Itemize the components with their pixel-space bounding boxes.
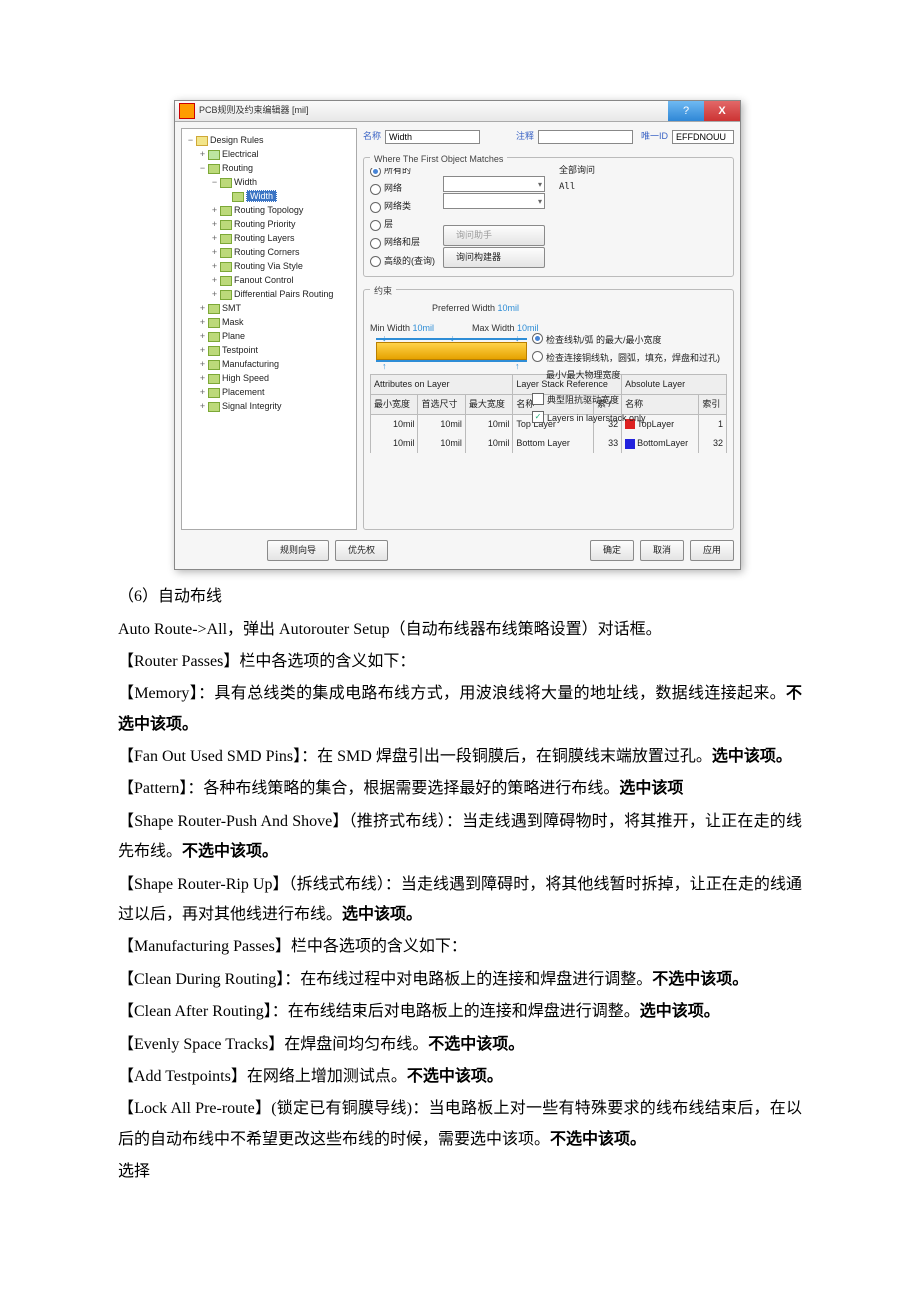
para: （6）自动布线 — [118, 582, 802, 612]
tree-width-parent[interactable]: Width — [234, 177, 257, 187]
query-builder-button[interactable]: 询问构建器 — [443, 247, 545, 268]
radio-check-track[interactable]: 检查线轨/弧 的最大/最小宽度 — [532, 332, 727, 349]
tree-item[interactable]: Routing Corners — [234, 247, 300, 257]
ok-button[interactable]: 确定 — [590, 540, 634, 561]
tree-item[interactable]: Routing Priority — [234, 219, 296, 229]
para: 【Lock All Pre-route】(锁定已有铜膜导线)：当电路板上对一些有… — [118, 1094, 802, 1155]
para: 【Memory】：具有总线类的集成电路布线方式，用波浪线将大量的地址线，数据线连… — [118, 679, 802, 740]
tree-item[interactable]: Placement — [222, 387, 265, 397]
rules-tree[interactable]: −Design Rules +Electrical −Routing −Widt… — [181, 128, 357, 530]
id-input[interactable] — [672, 130, 734, 144]
name-label: 名称 — [363, 128, 381, 145]
tree-item[interactable]: Testpoint — [222, 345, 258, 355]
para: 【Shape Router-Rip Up】（拆线式布线）：当走线遇到障碍时，将其… — [118, 870, 802, 931]
check-impedance[interactable]: 典型阻抗驱动宽度 — [532, 392, 727, 409]
cancel-button[interactable]: 取消 — [640, 540, 684, 561]
tree-root[interactable]: Design Rules — [210, 135, 264, 145]
id-label: 唯一ID — [641, 128, 668, 145]
para: 【Shape Router-Push And Shove】（推挤式布线）：当走线… — [118, 807, 802, 868]
rule-wizard-button[interactable]: 规则向导 — [267, 540, 329, 561]
tree-item[interactable]: Mask — [222, 317, 244, 327]
para: 【Evenly Space Tracks】在焊盘间均匀布线。不选中该项。 — [118, 1030, 802, 1060]
radio-check-copper[interactable]: 检查连接铜线轨，圆弧，填充，焊盘和过孔)最小/最大物理宽度 — [532, 350, 727, 384]
radio-layer[interactable]: 层 — [370, 216, 435, 233]
title-bar: PCB规则及约束编辑器 [mil] ? X — [175, 101, 740, 122]
app-icon — [179, 103, 195, 119]
query-helper-button[interactable]: 询问助手 — [443, 225, 545, 246]
match-group: Where The First Object Matches 所有的 网络 网络… — [363, 157, 734, 277]
comment-input[interactable] — [538, 130, 633, 144]
close-button[interactable]: X — [704, 101, 740, 121]
net-combo[interactable] — [443, 176, 545, 192]
tree-item[interactable]: Differential Pairs Routing — [234, 289, 333, 299]
para: 【Manufacturing Passes】栏中各选项的含义如下： — [118, 932, 802, 962]
tree-item[interactable]: Fanout Control — [234, 275, 294, 285]
name-input[interactable] — [385, 130, 480, 144]
window-title: PCB规则及约束编辑器 [mil] — [199, 102, 309, 119]
tree-item[interactable]: High Speed — [222, 373, 269, 383]
para: 【Fan Out Used SMD Pins】：在 SMD 焊盘引出一段铜膜后，… — [118, 742, 802, 772]
constraint-group: 约束 Preferred Width 10mil Min Width 10mil… — [363, 289, 734, 530]
table-row: 10mil 10mil 10mil Bottom Layer 33 Bottom… — [371, 434, 727, 453]
tree-width-selected[interactable]: Width — [246, 190, 277, 202]
para: 【Router Passes】栏中各选项的含义如下： — [118, 647, 802, 677]
tree-item[interactable]: Routing Topology — [234, 205, 303, 215]
radio-netlayer[interactable]: 网络和层 — [370, 234, 435, 251]
tree-routing[interactable]: Routing — [222, 163, 253, 173]
min-width-label: Min Width — [370, 323, 410, 333]
match-group-title: Where The First Object Matches — [370, 151, 507, 168]
tree-item[interactable]: SMT — [222, 303, 241, 313]
para: 【Add Testpoints】在网络上增加测试点。不选中该项。 — [118, 1062, 802, 1092]
tree-item[interactable]: Routing Via Style — [234, 261, 303, 271]
min-width-value[interactable]: 10mil — [413, 323, 435, 333]
header-attr: Attributes on Layer — [371, 374, 513, 394]
radio-advanced[interactable]: 高级的(查询) — [370, 253, 435, 270]
radio-net[interactable]: 网络 — [370, 180, 435, 197]
document-body: （6）自动布线 Auto Route->All，弹出 Autorouter Se… — [118, 582, 802, 1187]
pref-width-value[interactable]: 10mil — [498, 303, 520, 313]
comment-label: 注释 — [516, 128, 534, 145]
para: 【Clean After Routing】：在布线结束后对电路板上的连接和焊盘进… — [118, 997, 802, 1027]
check-layerstack-only[interactable]: ✓Layers in layerstack only — [532, 410, 727, 427]
query-value: All — [559, 179, 595, 196]
dialog-window: PCB规则及约束编辑器 [mil] ? X −Design Rules +Ele… — [174, 100, 741, 570]
query-label: 全部询问 — [559, 162, 595, 179]
priority-button[interactable]: 优先权 — [335, 540, 388, 561]
apply-button[interactable]: 应用 — [690, 540, 734, 561]
max-width-label: Max Width — [472, 323, 515, 333]
layer-color-icon — [625, 439, 635, 449]
radio-netclass[interactable]: 网络类 — [370, 198, 435, 215]
pref-width-label: Preferred Width — [432, 303, 495, 313]
tree-electrical[interactable]: Electrical — [222, 149, 259, 159]
tree-item[interactable]: Routing Layers — [234, 233, 295, 243]
para: 【Pattern】：各种布线策略的集合，根据需要选择最好的策略进行布线。选中该项 — [118, 774, 802, 804]
tree-item[interactable]: Manufacturing — [222, 359, 279, 369]
tree-item[interactable]: Plane — [222, 331, 245, 341]
width-bar-icon — [376, 342, 527, 360]
para: 【Clean During Routing】：在布线过程中对电路板上的连接和焊盘… — [118, 965, 802, 995]
netclass-combo[interactable] — [443, 193, 545, 209]
tree-item[interactable]: Signal Integrity — [222, 401, 282, 411]
constraint-group-title: 约束 — [370, 283, 396, 300]
para: Auto Route->All，弹出 Autorouter Setup（自动布线… — [118, 615, 802, 645]
help-button[interactable]: ? — [668, 101, 704, 121]
para: 选择 — [118, 1157, 802, 1187]
